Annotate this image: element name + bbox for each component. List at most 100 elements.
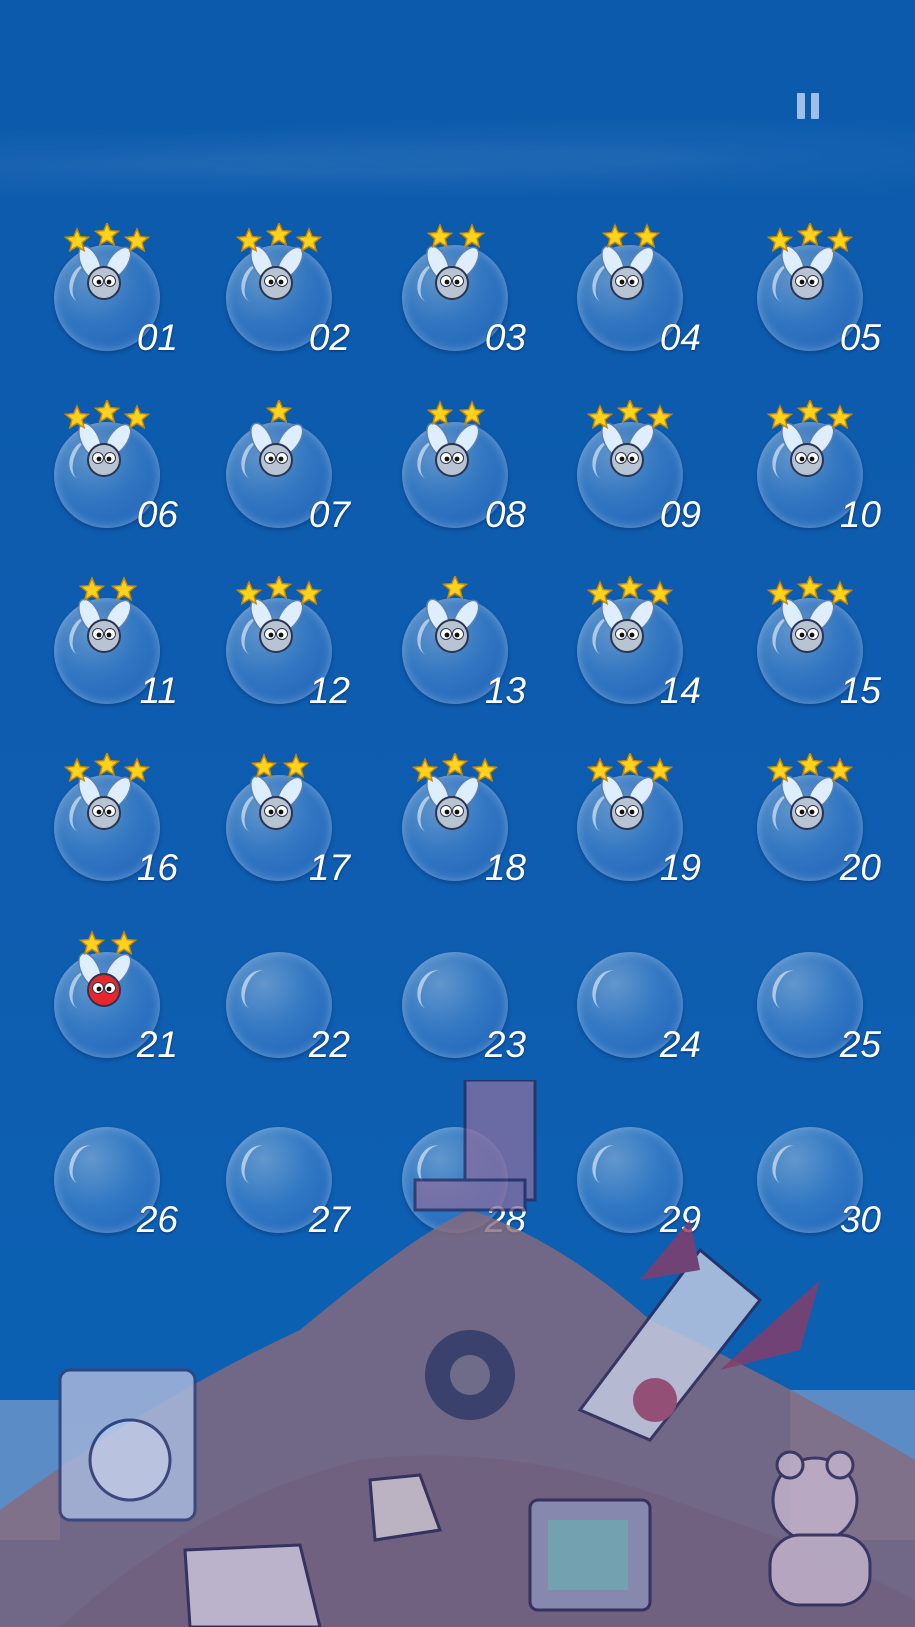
- level-number: 24: [659, 1024, 701, 1065]
- star-icon: [93, 753, 121, 777]
- star-icon: [265, 576, 293, 600]
- level-button-21[interactable]: 21: [32, 930, 182, 1070]
- level-number: 06: [136, 494, 178, 535]
- level-button-19[interactable]: 19: [555, 753, 705, 893]
- level-button-11[interactable]: 11: [32, 576, 182, 716]
- fly-icon: [426, 245, 480, 300]
- star-rating: [235, 576, 323, 606]
- level-button-18[interactable]: 18: [380, 753, 530, 893]
- star-rating: [441, 576, 469, 600]
- star-icon: [616, 400, 644, 424]
- star-icon: [123, 404, 151, 430]
- level-button-02[interactable]: 02: [204, 223, 354, 363]
- level-number: 12: [308, 670, 350, 711]
- level-number: 15: [839, 670, 881, 711]
- star-icon: [295, 227, 323, 253]
- level-number: 25: [839, 1024, 881, 1065]
- level-button-13[interactable]: 13: [380, 576, 530, 716]
- star-icon: [586, 404, 614, 430]
- star-icon: [250, 753, 278, 779]
- star-rating: [586, 576, 674, 606]
- star-icon: [766, 757, 794, 783]
- chair: [413, 1080, 537, 1212]
- level-number: 21: [136, 1024, 178, 1065]
- star-icon: [63, 227, 91, 253]
- level-number: 08: [484, 494, 526, 535]
- star-icon: [265, 223, 293, 247]
- level-button-05[interactable]: 05: [735, 223, 885, 363]
- level-button-04[interactable]: 04: [555, 223, 705, 363]
- star-icon: [265, 400, 293, 424]
- star-icon: [471, 757, 499, 783]
- star-rating: [411, 753, 499, 783]
- star-icon: [633, 223, 661, 249]
- star-rating: [63, 223, 151, 253]
- level-button-25: 25: [735, 930, 885, 1070]
- star-icon: [826, 404, 854, 430]
- level-button-07[interactable]: 07: [204, 400, 354, 540]
- fly-icon: [781, 422, 835, 477]
- star-icon: [458, 400, 486, 426]
- level-button-06[interactable]: 06: [32, 400, 182, 540]
- level-button-12[interactable]: 12: [204, 576, 354, 716]
- level-button-14[interactable]: 14: [555, 576, 705, 716]
- fly-icon: [78, 245, 132, 300]
- star-icon: [93, 400, 121, 424]
- level-button-09[interactable]: 09: [555, 400, 705, 540]
- sky-clouds: [0, 120, 915, 210]
- star-icon: [441, 753, 469, 777]
- level-button-15[interactable]: 15: [735, 576, 885, 716]
- pause-button[interactable]: [797, 93, 819, 119]
- level-button-16[interactable]: 16: [32, 753, 182, 893]
- star-rating: [426, 400, 486, 426]
- fly-icon: [426, 422, 480, 477]
- level-number: 01: [136, 317, 178, 358]
- level-number: 11: [139, 670, 178, 711]
- star-icon: [796, 753, 824, 777]
- star-icon: [63, 404, 91, 430]
- level-button-03[interactable]: 03: [380, 223, 530, 363]
- level-number: 10: [839, 494, 881, 535]
- star-rating: [766, 753, 854, 783]
- star-icon: [123, 757, 151, 783]
- fly-icon: [601, 775, 655, 830]
- level-number: 16: [136, 847, 178, 888]
- fly-icon: [601, 422, 655, 477]
- fly-icon: [250, 775, 304, 830]
- junkyard-background: [0, 1080, 915, 1627]
- star-icon: [796, 400, 824, 424]
- star-icon: [646, 757, 674, 783]
- washing-machine: [58, 1368, 197, 1522]
- star-rating: [586, 400, 674, 430]
- fly-icon: [426, 775, 480, 830]
- level-number: 03: [484, 317, 526, 358]
- level-button-20[interactable]: 20: [735, 753, 885, 893]
- star-rating: [265, 400, 293, 424]
- fly-icon: [426, 598, 480, 653]
- level-number: 20: [839, 847, 881, 888]
- level-number: 05: [839, 317, 881, 358]
- level-button-17[interactable]: 17: [204, 753, 354, 893]
- level-button-10[interactable]: 10: [735, 400, 885, 540]
- fly-icon: [601, 245, 655, 300]
- star-icon: [78, 576, 106, 602]
- star-rating: [250, 753, 310, 779]
- star-rating: [63, 400, 151, 430]
- star-icon: [426, 223, 454, 249]
- fly-icon: [250, 245, 304, 300]
- fly-icon: [250, 422, 304, 477]
- star-rating: [78, 930, 138, 956]
- star-icon: [646, 404, 674, 430]
- star-icon: [441, 576, 469, 600]
- star-rating: [78, 576, 138, 602]
- star-rating: [426, 223, 486, 249]
- star-rating: [766, 223, 854, 253]
- level-button-01[interactable]: 01: [32, 223, 182, 363]
- star-rating: [766, 576, 854, 606]
- star-rating: [766, 400, 854, 430]
- level-button-08[interactable]: 08: [380, 400, 530, 540]
- star-icon: [766, 404, 794, 430]
- star-icon: [766, 580, 794, 606]
- star-icon: [235, 227, 263, 253]
- cardboard-box: [183, 1543, 322, 1627]
